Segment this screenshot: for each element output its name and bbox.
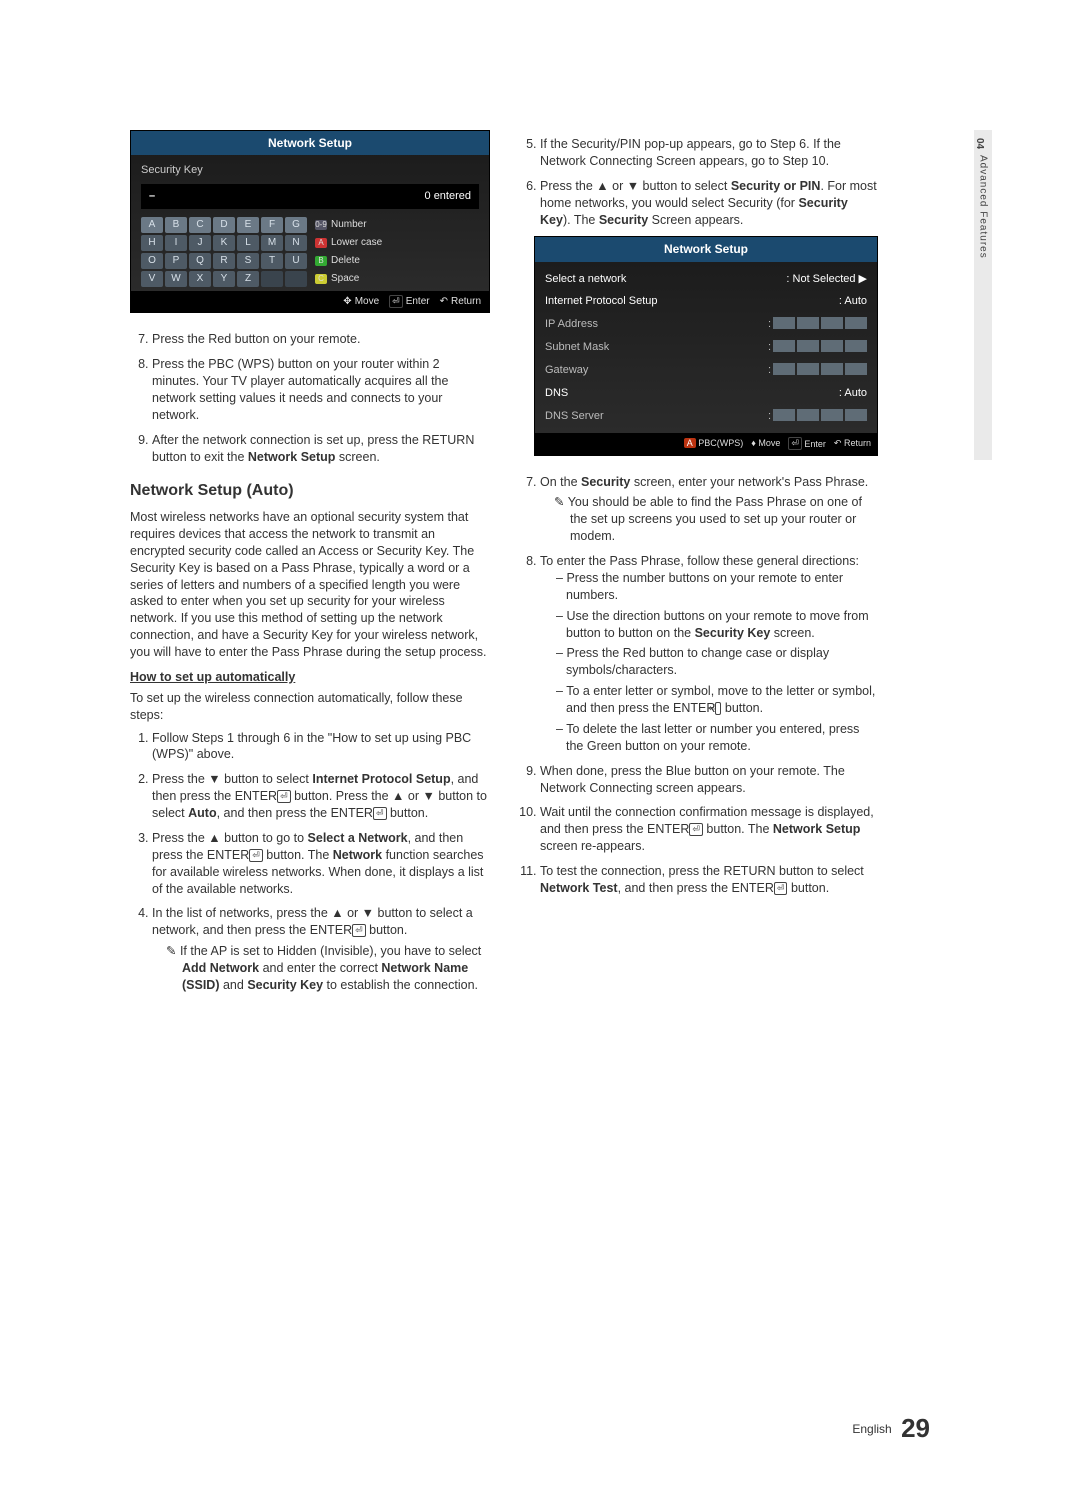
enter-icon: ⏎	[249, 849, 263, 862]
field-label: Security Key	[141, 163, 479, 178]
key[interactable]: K	[213, 235, 235, 251]
entered-count: 0 entered	[425, 189, 471, 204]
rstep7-note: You should be able to find the Pass Phra…	[540, 494, 878, 545]
key[interactable]: R	[213, 253, 235, 269]
key[interactable]: X	[189, 271, 211, 287]
panel-footer: ✥Move ⏎Enter ↶Return	[131, 291, 489, 313]
move-icon: ♦	[751, 438, 756, 448]
key[interactable]: Z	[237, 271, 259, 287]
key[interactable]: I	[165, 235, 187, 251]
key[interactable]: F	[261, 217, 283, 233]
key[interactable]: O	[141, 253, 163, 269]
enter-icon: ⏎	[774, 882, 788, 895]
enter-icon: ⏎	[788, 437, 802, 450]
rstep-10: Wait until the connection confirmation m…	[540, 804, 878, 855]
key[interactable]: W	[165, 271, 187, 287]
footer-page: 29	[901, 1413, 930, 1443]
key[interactable]: L	[237, 235, 259, 251]
row-subnet-mask: Subnet Mask :	[545, 336, 867, 359]
cmd-delete[interactable]: Delete	[331, 254, 360, 268]
cmd-number[interactable]: Number	[331, 218, 367, 232]
rstep-7: On the Security screen, enter your netwo…	[540, 474, 878, 546]
key[interactable]: P	[165, 253, 187, 269]
rstep-11: To test the connection, press the RETURN…	[540, 863, 878, 897]
rstep-9: When done, press the Blue button on your…	[540, 763, 878, 797]
key[interactable]: S	[237, 253, 259, 269]
a-button-icon: A	[684, 438, 696, 448]
key[interactable]: T	[261, 253, 283, 269]
key[interactable]: M	[261, 235, 283, 251]
key[interactable]: H	[141, 235, 163, 251]
red-icon: A	[315, 238, 327, 248]
step-8: Press the PBC (WPS) button on your route…	[152, 356, 490, 424]
step-7: Press the Red button on your remote.	[152, 331, 490, 348]
auto-steps: Follow Steps 1 through 6 in the "How to …	[130, 730, 490, 994]
security-key-panel: Network Setup Security Key – 0 entered A…	[130, 130, 490, 313]
key[interactable]: E	[237, 217, 259, 233]
howto-intro: To set up the wireless connection automa…	[130, 690, 490, 724]
key[interactable]: V	[141, 271, 163, 287]
key-blank[interactable]: .	[261, 271, 283, 287]
key[interactable]: U	[285, 253, 307, 269]
enter-icon: ⏎	[277, 790, 291, 803]
howto-heading: How to set up automatically	[130, 669, 490, 686]
key[interactable]: B	[165, 217, 187, 233]
section-heading-auto: Network Setup (Auto)	[130, 480, 490, 502]
step-6: Press the ▲ or ▼ button to select Securi…	[540, 178, 878, 229]
entry-field[interactable]: – 0 entered	[141, 184, 479, 209]
right-steps-rest: On the Security screen, enter your netwo…	[518, 474, 878, 897]
yellow-icon: C	[315, 274, 327, 284]
auto-step-3: Press the ▲ button to go to Select a Net…	[152, 830, 490, 898]
network-params-panel: Network Setup Select a network: Not Sele…	[534, 236, 878, 455]
chapter-number: 04	[974, 138, 985, 149]
enter-icon: ⏎	[389, 295, 403, 308]
enter-icon: ⏎	[352, 924, 366, 937]
number-icon: 0-9	[315, 220, 327, 230]
row-ip-setup[interactable]: Internet Protocol Setup: Auto	[545, 290, 867, 313]
left-steps-789: Press the Red button on your remote. Pre…	[130, 331, 490, 465]
auto-step-2: Press the ▼ button to select Internet Pr…	[152, 771, 490, 822]
panel-footer: A PBC(WPS) ♦ Move ⏎ Enter ↶ Return	[535, 433, 877, 454]
key[interactable]: A	[141, 217, 163, 233]
key[interactable]: D	[213, 217, 235, 233]
key[interactable]: Y	[213, 271, 235, 287]
row-gateway: Gateway :	[545, 359, 867, 382]
return-icon: ↶	[834, 438, 842, 448]
cmd-space[interactable]: Space	[331, 272, 359, 286]
panel-title: Network Setup	[535, 237, 877, 261]
auto-step-1: Follow Steps 1 through 6 in the "How to …	[152, 730, 490, 764]
key[interactable]: J	[189, 235, 211, 251]
step4-note: If the AP is set to Hidden (Invisible), …	[152, 943, 490, 994]
enter-icon: ⏎	[373, 807, 387, 820]
return-icon: ↶	[440, 295, 448, 309]
row-ip-address: IP Address :	[545, 313, 867, 336]
chapter-label: Advanced Features	[978, 155, 989, 259]
footer-lang: English	[852, 1422, 891, 1436]
key[interactable]: G	[285, 217, 307, 233]
key-blank[interactable]: .	[285, 271, 307, 287]
row-dns-server: DNS Server :	[545, 405, 867, 428]
rstep-8: To enter the Pass Phrase, follow these g…	[540, 553, 878, 755]
cursor-icon: –	[149, 189, 155, 204]
enter-icon: ⏎	[689, 823, 703, 836]
green-icon: B	[315, 256, 327, 266]
step-5: If the Security/PIN pop-up appears, go t…	[540, 136, 878, 170]
panel-title: Network Setup	[131, 131, 489, 155]
cmd-lowercase[interactable]: Lower case	[331, 236, 382, 250]
page-footer: English 29	[852, 1413, 930, 1444]
step-9: After the network connection is set up, …	[152, 432, 490, 466]
move-icon: ✥	[343, 295, 351, 309]
auto-step-4: In the list of networks, press the ▲ or …	[152, 905, 490, 993]
row-dns[interactable]: DNS: Auto	[545, 382, 867, 405]
key[interactable]: N	[285, 235, 307, 251]
side-tab: 04 Advanced Features	[974, 130, 992, 460]
key[interactable]: C	[189, 217, 211, 233]
auto-intro: Most wireless networks have an optional …	[130, 509, 490, 661]
right-steps-56: If the Security/PIN pop-up appears, go t…	[518, 136, 878, 228]
row-select-network[interactable]: Select a network: Not Selected ▶	[545, 268, 867, 291]
key[interactable]: Q	[189, 253, 211, 269]
